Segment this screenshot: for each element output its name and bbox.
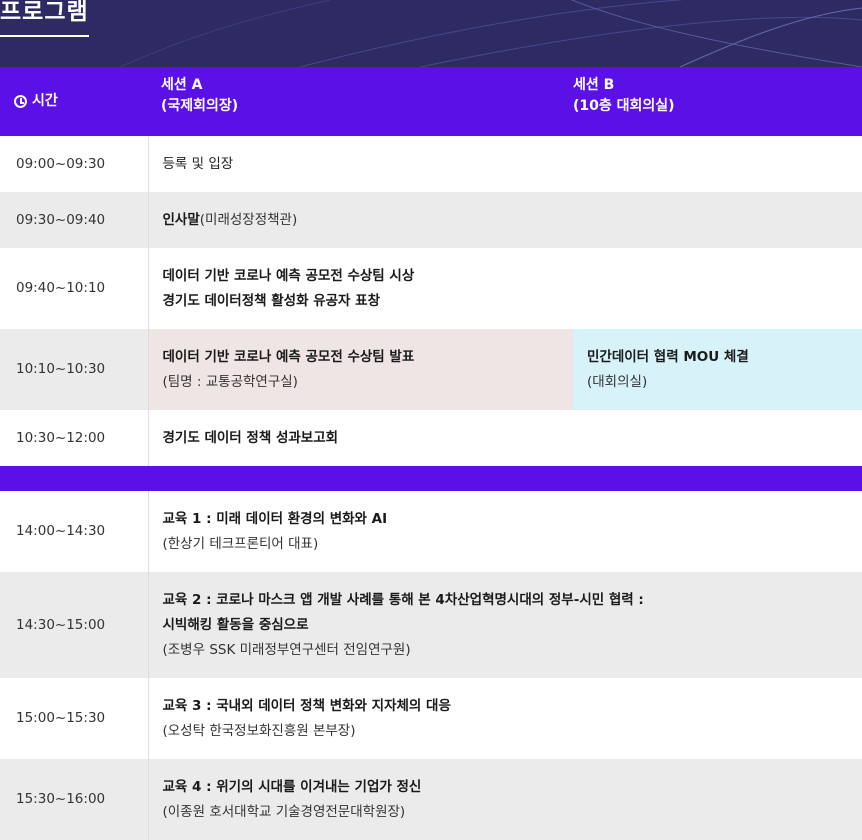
session-cell: 데이터 기반 코로나 예측 공모전 수상팀 시상 경기도 데이터정책 활성화 유… [148,248,862,329]
session-detail: (한상기 테크프론티어 대표) [162,535,319,552]
table-header: 시간 세션 A (국제회의장) 세션 B (10층 대회의실) [0,67,862,136]
session-b-room: (10층 대회의실) [573,98,675,114]
time-cell: 14:00~14:30 [0,491,149,572]
session-title: 교육 2 : 코로나 마스크 앱 개발 사례를 통해 본 4차산업혁명시대의 정… [162,591,644,608]
session-detail: (대회의실) [587,373,648,390]
time-cell: 15:30~16:00 [0,759,149,840]
session-title: 데이터 기반 코로나 예측 공모전 수상팀 시상 [162,267,415,284]
title-underline [0,35,89,37]
time-cell: 09:40~10:10 [0,248,149,329]
session-detail: (미래성장정책관) [199,211,298,228]
time-cell: 09:00~09:30 [0,136,149,192]
session-detail: (팀명 : 교통공학연구실) [162,373,298,390]
session-a-header: 세션 A (국제회의장) [148,67,573,136]
session-b-cell: 민간데이터 협력 MOU 체결 (대회의실) [573,329,862,410]
clock-icon [14,95,27,108]
session-title: 민간데이터 협력 MOU 체결 [587,348,749,365]
table-row: 15:30~16:00 교육 4 : 위기의 시대를 이겨내는 기업가 정신 (… [0,759,862,840]
session-a-title: 세션 A [161,77,203,93]
table-row: 10:30~12:00 경기도 데이터 정책 성과보고회 [0,410,862,466]
session-b-title: 세션 B [573,77,615,93]
session-title: 인사말 [162,211,200,228]
hero-banner: 프로그램 [0,0,862,67]
decorative-lines [119,0,862,67]
table-row: 14:30~15:00 교육 2 : 코로나 마스크 앱 개발 사례를 통해 본… [0,572,862,678]
session-a-room: (국제회의장) [161,98,239,114]
time-header-label: 시간 [32,93,58,109]
session-cell: 인사말(미래성장정책관) [148,192,862,248]
session-text: 등록 및 입장 [162,155,234,172]
page-title: 프로그램 [0,0,89,25]
session-title: 시빅해킹 활동을 중심으로 [162,616,309,633]
program-table: 시간 세션 A (국제회의장) 세션 B (10층 대회의실) 09:00~09… [0,67,862,840]
session-cell: 교육 3 : 국내외 데이터 정책 변화와 지자체의 대응 (오성탁 한국정보화… [148,678,862,759]
session-title: 데이터 기반 코로나 예측 공모전 수상팀 발표 [162,348,415,365]
session-detail: (이종원 호서대학교 기술경영전문대학원장) [162,803,406,820]
session-title: 경기도 데이터정책 활성화 유공자 표창 [162,292,381,309]
time-column-header: 시간 [0,67,148,136]
table-row: 10:10~10:30 데이터 기반 코로나 예측 공모전 수상팀 발표 (팀명… [0,329,862,410]
session-cell: 등록 및 입장 [148,136,862,192]
session-title: 경기도 데이터 정책 성과보고회 [162,429,339,446]
table-row: 09:40~10:10 데이터 기반 코로나 예측 공모전 수상팀 시상 경기도… [0,248,862,329]
lunch-break-divider [0,466,862,491]
table-row: 14:00~14:30 교육 1 : 미래 데이터 환경의 변화와 AI (한상… [0,491,862,572]
time-cell: 09:30~09:40 [0,192,149,248]
session-a-cell: 데이터 기반 코로나 예측 공모전 수상팀 발표 (팀명 : 교통공학연구실) [148,329,573,410]
session-detail: (조병우 SSK 미래정부연구센터 전임연구원) [162,641,411,658]
session-cell: 교육 2 : 코로나 마스크 앱 개발 사례를 통해 본 4차산업혁명시대의 정… [148,572,862,678]
table-row: 09:00~09:30 등록 및 입장 [0,136,862,192]
session-cell: 교육 4 : 위기의 시대를 이겨내는 기업가 정신 (이종원 호서대학교 기술… [148,759,862,840]
session-b-header: 세션 B (10층 대회의실) [573,67,862,136]
table-row: 15:00~15:30 교육 3 : 국내외 데이터 정책 변화와 지자체의 대… [0,678,862,759]
time-cell: 10:30~12:00 [0,410,149,466]
session-title: 교육 3 : 국내외 데이터 정책 변화와 지자체의 대응 [162,697,451,714]
time-cell: 15:00~15:30 [0,678,149,759]
time-cell: 10:10~10:30 [0,329,149,410]
session-title: 교육 1 : 미래 데이터 환경의 변화와 AI [162,510,388,527]
session-title: 교육 4 : 위기의 시대를 이겨내는 기업가 정신 [162,778,422,795]
table-row: 09:30~09:40 인사말(미래성장정책관) [0,192,862,248]
time-cell: 14:30~15:00 [0,572,149,678]
session-cell: 경기도 데이터 정책 성과보고회 [148,410,862,466]
session-cell: 교육 1 : 미래 데이터 환경의 변화와 AI (한상기 테크프론티어 대표) [148,491,862,572]
session-detail: (오성탁 한국정보화진흥원 본부장) [162,722,356,739]
